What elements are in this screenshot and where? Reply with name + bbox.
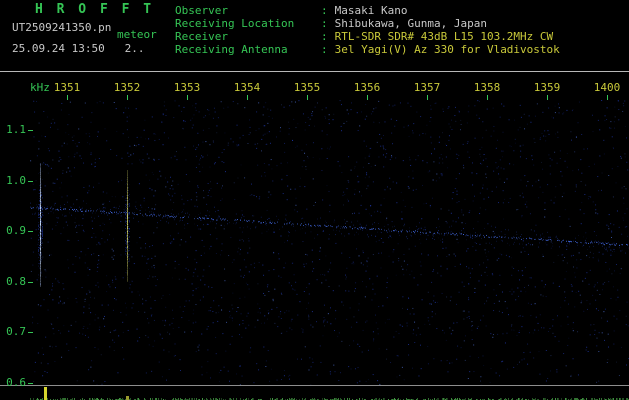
header-separator [0,71,629,72]
hrofft-window: H R O F F T UT2509241350.pn meteor 25.09… [0,0,629,400]
info-value-observer: Masaki Kano [334,4,408,17]
session-name: meteor [117,28,157,41]
info-value-receiver: RTL-SDR SDR# 43dB L15 103.2MHz CW [334,30,554,43]
time-tick-label: 1358 [473,81,501,94]
freq-tick-label: 1.1 [6,123,26,136]
info-value-antenna: 3el Yagi(V) Az 330 for Vladivostok [334,43,560,56]
time-tick-label: 1353 [173,81,201,94]
info-label-receiver: Receiver [175,30,228,43]
time-tick-label: 1351 [53,81,81,94]
freq-tick-label: 1.0 [6,173,26,187]
freq-axis-unit: kHz [30,81,50,94]
freq-tick-label: 0.7 [6,325,26,339]
info-label-location: Receiving Location [175,17,295,30]
spectrogram-canvas [30,100,629,385]
info-value-location: Shibukawa, Gunma, Japan [334,17,487,30]
info-label-observer: Observer [175,4,228,17]
strip-separator [0,385,629,386]
datetime-text: 25.09.24 13:50 2.. [12,42,145,55]
info-row-observer: Observer: Masaki Kano [175,4,560,17]
info-row-location: Receiving Location: Shibukawa, Gunma, Jap… [175,17,560,30]
output-filename: UT2509241350.pn [12,21,112,34]
time-tick-label: 1400 [593,81,621,94]
freq-tick-label: 0.6 [6,376,26,389]
level-strip-canvas [30,387,629,400]
time-tick-label: 1357 [413,81,441,94]
time-tick-label: 1354 [233,81,261,94]
app-title: H R O F F T [35,2,155,17]
freq-tick-label: 0.8 [6,274,26,288]
info-colon: : [321,43,328,56]
station-info: Observer: Masaki Kano Receiving Location:… [175,4,560,56]
time-tick-label: 1356 [353,81,381,94]
freq-tick-label: 0.9 [6,224,26,238]
info-label-antenna: Receiving Antenna [175,43,288,56]
time-tick-label: 1355 [293,81,321,94]
info-colon: : [321,30,328,43]
time-tick-label: 1352 [113,81,141,94]
time-tick-label: 1359 [533,81,561,94]
info-row-antenna: Receiving Antenna:3el Yagi(V) Az 330 for… [175,43,560,56]
info-colon: : [321,17,328,30]
info-colon: : [321,4,328,17]
info-row-receiver: Receiver: RTL-SDR SDR# 43dB L15 103.2MHz … [175,30,560,43]
